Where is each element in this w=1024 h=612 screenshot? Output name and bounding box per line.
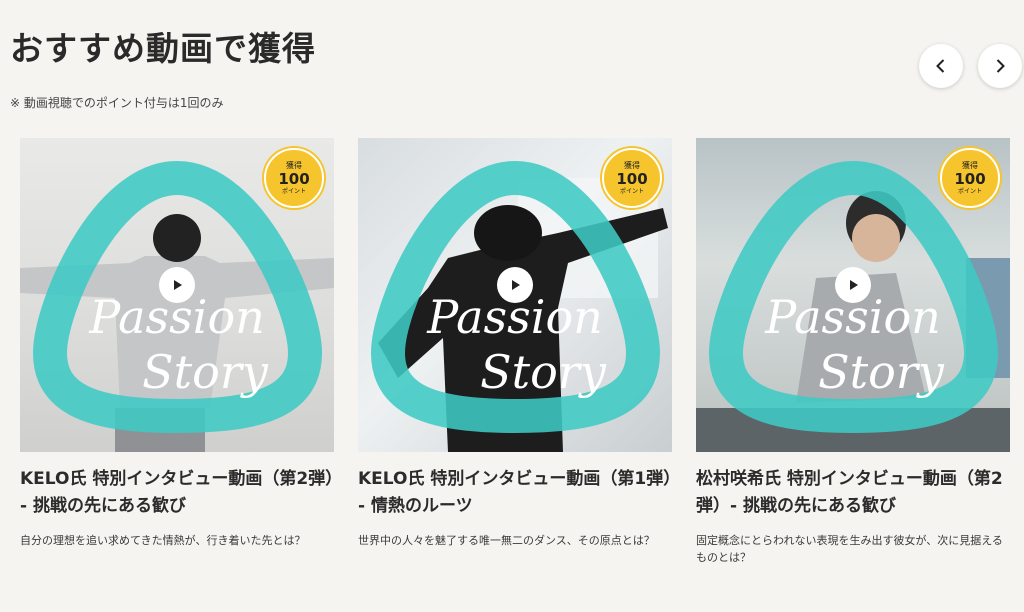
- badge-unit: ポイント: [957, 187, 982, 195]
- chevron-left-icon: [936, 59, 945, 73]
- points-badge: 獲得 100 ポイント: [602, 148, 662, 208]
- points-notice: ※ 動画視聴でのポイント付与は1回のみ: [10, 96, 224, 110]
- badge-points: 100: [616, 169, 648, 188]
- video-description: 世界中の人々を魅了する唯一無二のダンス、その原点とは？: [358, 534, 655, 547]
- carousel-next-button[interactable]: [978, 44, 1022, 88]
- badge-points: 100: [954, 169, 986, 188]
- video-title[interactable]: 松村咲希氏 特別インタビュー動画（第2弾）- 挑戦の先にある歓び: [696, 466, 1010, 520]
- page-title: おすすめ動画で獲得: [10, 29, 316, 68]
- video-card[interactable]: Passion Story 獲得 100 ポイント 松村咲希氏 特別インタビュー…: [696, 138, 1010, 566]
- badge-label: 獲得: [624, 160, 640, 170]
- play-button[interactable]: [835, 267, 871, 303]
- video-description: 固定概念にとらわれない表現を生み出す彼女が、次に見据えるものとは？: [696, 534, 1003, 564]
- video-title-main: 松村咲希氏 特別インタビュー動画（第2弾）- 挑戦の先にある歓び: [696, 469, 1003, 516]
- play-button[interactable]: [497, 267, 533, 303]
- badge-label: 獲得: [286, 160, 302, 170]
- points-badge: 獲得 100 ポイント: [264, 148, 324, 208]
- chevron-right-icon: [996, 59, 1005, 73]
- badge-label: 獲得: [962, 160, 978, 170]
- play-icon: [850, 280, 858, 290]
- story-text: Story: [480, 345, 607, 399]
- play-button[interactable]: [159, 267, 195, 303]
- video-thumbnail[interactable]: Passion Story 獲得 100 ポイント: [20, 138, 334, 452]
- story-text: Story: [818, 345, 945, 399]
- video-title[interactable]: KELO氏 特別インタビュー動画（第1弾） - 情熱のルーツ: [358, 466, 680, 520]
- play-icon: [174, 280, 182, 290]
- play-icon: [512, 280, 520, 290]
- video-title-main: KELO氏 特別インタビュー動画（第2弾）: [20, 469, 343, 489]
- badge-points: 100: [278, 169, 310, 188]
- video-subtitle: - 情熱のルーツ: [358, 496, 473, 516]
- video-subtitle: - 挑戦の先にある歓び: [20, 496, 186, 516]
- badge-unit: ポイント: [619, 187, 644, 195]
- carousel-prev-button[interactable]: [919, 44, 963, 88]
- points-badge: 獲得 100 ポイント: [940, 148, 1000, 208]
- video-description: 自分の理想を追い求めてきた情熱が、行き着いた先とは？: [20, 534, 306, 547]
- video-thumbnail[interactable]: Passion Story 獲得 100 ポイント: [696, 138, 1010, 452]
- badge-unit: ポイント: [281, 187, 306, 195]
- video-card[interactable]: Passion Story 獲得 100 ポイント KELO氏 特別インタビュー…: [20, 138, 342, 549]
- story-text: Story: [142, 345, 269, 399]
- video-thumbnail[interactable]: Passion Story 獲得 100 ポイント: [358, 138, 672, 452]
- video-card[interactable]: Passion Story 獲得 100 ポイント KELO氏 特別インタビュー…: [358, 138, 680, 549]
- video-title-main: KELO氏 特別インタビュー動画（第1弾）: [358, 469, 681, 489]
- video-title[interactable]: KELO氏 特別インタビュー動画（第2弾） - 挑戦の先にある歓び: [20, 466, 342, 520]
